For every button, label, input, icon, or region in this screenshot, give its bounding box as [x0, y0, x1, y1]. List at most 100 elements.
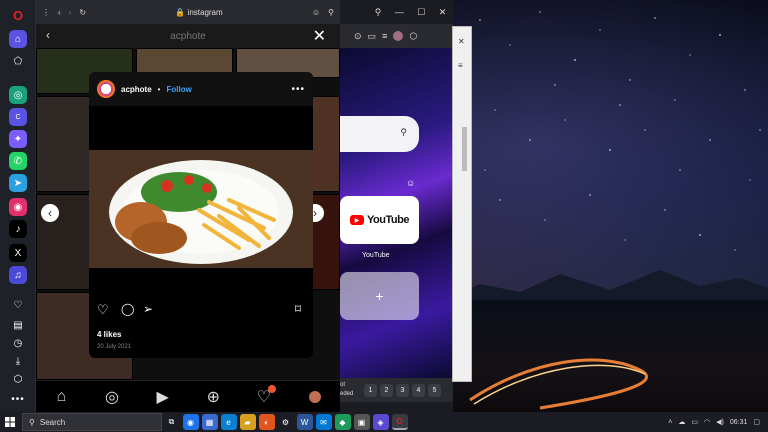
profile-title: acphote: [170, 30, 206, 42]
chatgpt-icon[interactable]: ◎: [9, 86, 27, 104]
more-options-icon[interactable]: •••: [291, 84, 305, 95]
photos-icon[interactable]: ▦: [201, 414, 218, 430]
speed-dial-page: ⚲ ☺ ▶ YouTube YouTube +: [340, 48, 453, 378]
close-icon[interactable]: ✕: [313, 26, 326, 46]
youtube-logo-text: YouTube: [367, 214, 409, 226]
taskbar-search-box[interactable]: ⚲ Search: [22, 413, 162, 431]
back-icon[interactable]: ‹: [58, 8, 61, 17]
comment-icon[interactable]: ◯: [121, 302, 134, 316]
app-icon[interactable]: ◆: [334, 414, 351, 430]
reload-icon[interactable]: ↻: [79, 8, 86, 17]
previous-post-arrow-icon[interactable]: ‹: [41, 204, 59, 222]
customize-icon[interactable]: ☺: [406, 178, 415, 188]
edge-icon[interactable]: e: [220, 414, 237, 430]
pin-icon[interactable]: ⚲: [328, 8, 334, 17]
menu-lines-icon[interactable]: ≡: [382, 31, 387, 41]
opera-logo-icon[interactable]: O: [9, 6, 27, 24]
minimize-icon[interactable]: —: [395, 7, 404, 17]
menu-dots-icon[interactable]: ⋮: [42, 8, 50, 17]
file-explorer-icon[interactable]: ▰: [239, 414, 256, 430]
create-plus-icon[interactable]: ⊕: [206, 389, 220, 406]
avatar[interactable]: [97, 80, 115, 98]
page-button-1[interactable]: 1: [364, 383, 377, 397]
page-button-4[interactable]: 4: [412, 383, 425, 397]
download-icon[interactable]: ⤓: [9, 352, 27, 370]
telegram-icon[interactable]: ➤: [9, 174, 27, 192]
instagram-bottom-nav: ⌂ ◎ ▶ ⊕ ♡: [36, 380, 340, 412]
url-field[interactable]: 🔒 instagram: [94, 8, 304, 17]
maximize-icon[interactable]: ☐: [417, 7, 425, 18]
messenger-icon[interactable]: ✦: [9, 130, 27, 148]
side-panel-scrollbar[interactable]: ✕ ≡: [452, 26, 472, 382]
profile-avatar-icon[interactable]: [308, 390, 322, 404]
history-icon[interactable]: ◷: [9, 334, 27, 352]
task-view-icon[interactable]: ⧉: [164, 414, 180, 430]
more-icon[interactable]: •••: [9, 390, 27, 408]
windows-start-icon[interactable]: [0, 412, 20, 432]
profile-header: ‹ acphote ✕: [36, 24, 340, 48]
tiktok-icon[interactable]: ♪: [9, 220, 27, 238]
youtube-tile-label: YouTube: [362, 252, 390, 259]
opera-taskbar-icon[interactable]: O: [391, 414, 408, 430]
home-icon[interactable]: ⌂: [54, 388, 68, 405]
page-button-5[interactable]: 5: [428, 383, 441, 397]
back-arrow-icon[interactable]: ‹: [46, 28, 50, 42]
bookmark-icon[interactable]: ⌑: [295, 302, 301, 316]
emoji-icon[interactable]: ☺: [312, 8, 320, 17]
activity-icon[interactable]: ♡: [257, 384, 276, 406]
store-icon[interactable]: ▣: [353, 414, 370, 430]
instagram-icon[interactable]: ◉: [9, 198, 27, 216]
notifications-icon[interactable]: ▢: [753, 418, 760, 426]
follow-button[interactable]: Follow: [166, 85, 191, 94]
cloud-icon[interactable]: ☁: [678, 418, 685, 426]
menu-lines-icon[interactable]: ≡: [458, 61, 463, 70]
clock[interactable]: 06:31: [730, 419, 748, 426]
search-placeholder: Search: [39, 417, 66, 427]
search-icon[interactable]: ⚲: [375, 7, 382, 18]
close-window-icon[interactable]: ✕: [439, 7, 447, 18]
extensions-cube-icon[interactable]: ⬡: [9, 370, 27, 388]
explore-compass-icon[interactable]: ◎: [105, 389, 119, 406]
page-button-3[interactable]: 3: [396, 383, 409, 397]
wifi-icon[interactable]: ◠: [704, 418, 710, 426]
aria-icon[interactable]: C: [9, 108, 27, 126]
firefox-icon[interactable]: ◐: [258, 414, 275, 430]
app-icon-2[interactable]: ◈: [372, 414, 389, 430]
add-site-tile[interactable]: +: [340, 272, 419, 320]
share-icon[interactable]: ➢: [143, 302, 153, 316]
tabs-icon[interactable]: ▤: [9, 316, 27, 334]
window-title-bar: ⚲ — ☐ ✕: [340, 0, 453, 24]
whatsapp-icon[interactable]: ✆: [9, 152, 27, 170]
chrome-icon[interactable]: ◉: [182, 414, 199, 430]
like-heart-icon[interactable]: ♡: [97, 302, 109, 318]
likes-count[interactable]: 4 likes: [97, 330, 121, 339]
heart-icon[interactable]: ♡: [9, 296, 27, 314]
reels-icon[interactable]: ▶: [156, 389, 170, 406]
close-panel-icon[interactable]: ✕: [458, 37, 465, 46]
cube-icon[interactable]: ⬡: [409, 31, 417, 42]
page-button-2[interactable]: 2: [380, 383, 393, 397]
pagination-bar: ot eded 1 2 3 4 5: [340, 378, 453, 402]
speed-dial-search-box[interactable]: ⚲: [340, 116, 419, 152]
settings-gear-icon[interactable]: ⚙: [278, 414, 294, 430]
volume-icon[interactable]: ◀): [716, 418, 724, 426]
youtube-speed-dial-tile[interactable]: ▶ YouTube: [340, 196, 419, 244]
plus-icon: +: [375, 288, 384, 304]
chevron-up-icon[interactable]: ˄: [668, 419, 672, 426]
mail-icon[interactable]: ✉: [315, 414, 332, 430]
pinboard-icon[interactable]: ⬠: [9, 52, 27, 70]
battery-icon[interactable]: ▭: [368, 31, 377, 42]
word-icon[interactable]: W: [296, 414, 313, 430]
camera-icon[interactable]: ⊙: [354, 31, 362, 42]
forward-icon[interactable]: ›: [69, 8, 72, 17]
scrollbar-thumb[interactable]: [462, 127, 467, 171]
instagram-browser-window: ⋮ ‹ › ↻ 🔒 instagram ☺ ⚲ ‹ acphote ✕ ‹ › …: [36, 0, 340, 412]
separator-dot: •: [157, 84, 161, 94]
system-tray: ˄ ☁ ▭ ◠ ◀) 06:31 ▢: [668, 418, 768, 427]
x-twitter-icon[interactable]: X: [9, 244, 27, 262]
profile-avatar[interactable]: [393, 31, 404, 41]
player-icon[interactable]: ♫: [9, 266, 27, 284]
display-icon[interactable]: ▭: [691, 418, 698, 426]
post-username[interactable]: acphote: [121, 85, 152, 94]
home-icon[interactable]: ⌂: [9, 30, 27, 48]
